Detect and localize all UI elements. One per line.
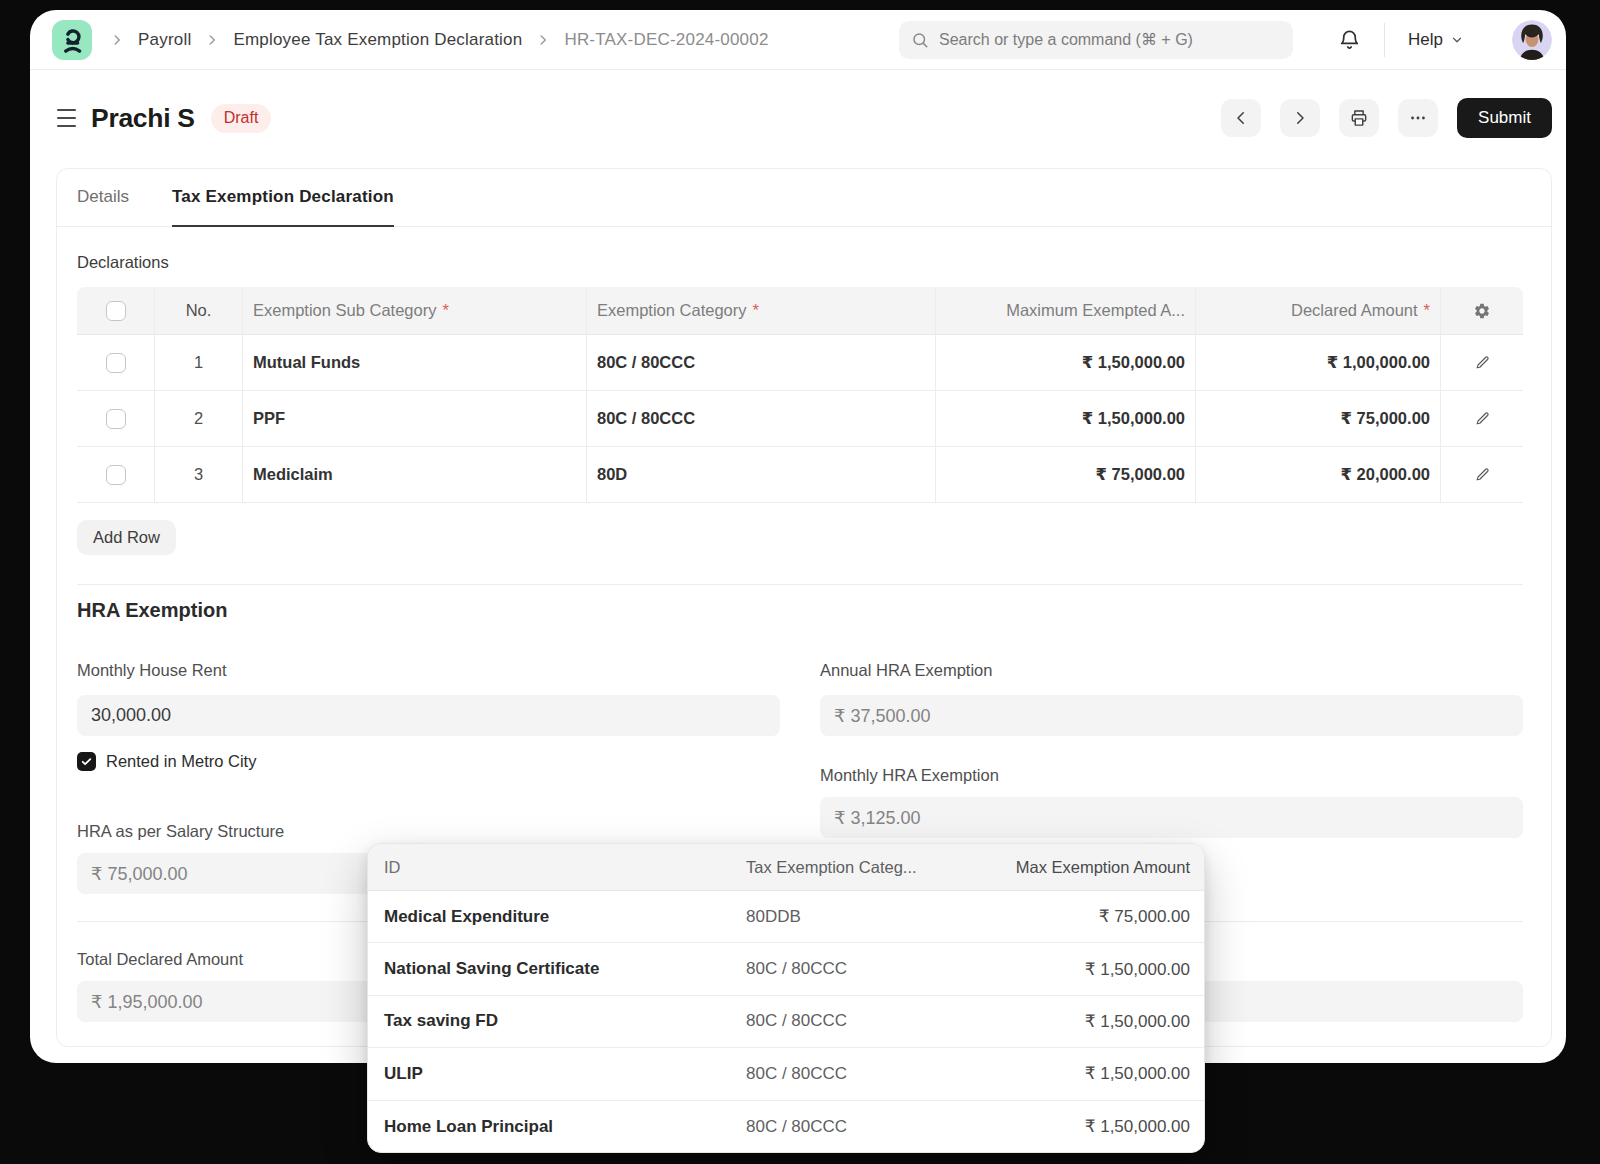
tab-tax-exemption-declaration[interactable]: Tax Exemption Declaration bbox=[172, 187, 394, 226]
tab-details[interactable]: Details bbox=[77, 187, 129, 226]
monthly-house-rent-label: Monthly House Rent bbox=[77, 660, 780, 680]
navbar: Payroll Employee Tax Exemption Declarati… bbox=[30, 10, 1566, 70]
declarations-table: No. Exemption Sub Category* Exemption Ca… bbox=[77, 287, 1523, 503]
dropdown-option[interactable]: ULIP 80C / 80CCC ₹ 1,50,000.00 bbox=[368, 1048, 1204, 1100]
submit-button[interactable]: Submit bbox=[1457, 98, 1552, 138]
select-all-checkbox[interactable] bbox=[106, 301, 126, 321]
monthly-hra-exemption-label: Monthly HRA Exemption bbox=[820, 765, 1523, 785]
monthly-house-rent-input[interactable]: 30,000.00 bbox=[77, 695, 780, 736]
page-head: Prachi S Draft Submit bbox=[30, 90, 1566, 146]
row-checkbox[interactable] bbox=[106, 465, 126, 485]
edit-row-button[interactable] bbox=[1440, 391, 1523, 446]
dropdown-header-row: ID Tax Exemption Categ... Max Exemption … bbox=[368, 844, 1204, 891]
chevron-right-icon bbox=[536, 33, 550, 47]
annual-hra-exemption-label: Annual HRA Exemption bbox=[820, 660, 1523, 680]
pencil-icon bbox=[1474, 354, 1491, 371]
print-button[interactable] bbox=[1339, 99, 1379, 137]
col-declared-amount: Declared Amount* bbox=[1195, 287, 1440, 334]
table-row[interactable]: 3 Mediclaim 80D ₹ 75,000.00 ₹ 20,000.00 bbox=[77, 447, 1523, 503]
dropdown-option[interactable]: Tax saving FD 80C / 80CCC ₹ 1,50,000.00 bbox=[368, 996, 1204, 1048]
chevron-right-icon bbox=[205, 33, 219, 47]
col-sub-category: Exemption Sub Category* bbox=[242, 287, 586, 334]
breadcrumb-payroll[interactable]: Payroll bbox=[138, 30, 191, 50]
table-row[interactable]: 1 Mutual Funds 80C / 80CCC ₹ 1,50,000.00… bbox=[77, 335, 1523, 391]
add-row-button[interactable]: Add Row bbox=[77, 520, 176, 555]
edit-row-button[interactable] bbox=[1440, 447, 1523, 502]
breadcrumb-docname[interactable]: HR-TAX-DEC-2024-00002 bbox=[564, 30, 768, 50]
checkbox-checked-icon[interactable] bbox=[77, 752, 96, 771]
table-settings-button[interactable] bbox=[1440, 287, 1523, 334]
dropdown-option[interactable]: Medical Expenditure 80DDB ₹ 75,000.00 bbox=[368, 891, 1204, 943]
form-tabs: Details Tax Exemption Declaration bbox=[57, 169, 1551, 227]
search-input[interactable]: Search or type a command (⌘ + G) bbox=[899, 21, 1293, 59]
col-max-exemption-amount: Max Exemption Amount bbox=[968, 858, 1204, 877]
avatar[interactable] bbox=[1512, 20, 1552, 60]
more-actions-button[interactable] bbox=[1398, 99, 1438, 137]
tax-category-dropdown: ID Tax Exemption Categ... Max Exemption … bbox=[367, 843, 1205, 1153]
next-document-button[interactable] bbox=[1280, 99, 1320, 137]
col-max-exempted: Maximum Exempted A... bbox=[935, 287, 1195, 334]
table-header-row: No. Exemption Sub Category* Exemption Ca… bbox=[77, 287, 1523, 335]
dropdown-option[interactable]: National Saving Certificate 80C / 80CCC … bbox=[368, 943, 1204, 995]
section-divider bbox=[77, 584, 1523, 585]
declarations-section-label: Declarations bbox=[77, 253, 1523, 272]
help-label: Help bbox=[1408, 30, 1443, 50]
menu-icon[interactable] bbox=[57, 109, 76, 126]
navbar-divider bbox=[1384, 23, 1385, 57]
row-checkbox[interactable] bbox=[106, 409, 126, 429]
breadcrumb-doctype[interactable]: Employee Tax Exemption Declaration bbox=[233, 30, 522, 50]
prev-document-button[interactable] bbox=[1221, 99, 1261, 137]
rented-in-metro-city-label: Rented in Metro City bbox=[106, 752, 256, 771]
dropdown-option[interactable]: Home Loan Principal 80C / 80CCC ₹ 1,50,0… bbox=[368, 1101, 1204, 1153]
pencil-icon bbox=[1474, 466, 1491, 483]
monthly-hra-exemption-input[interactable]: ₹ 3,125.00 bbox=[820, 797, 1523, 838]
hra-salary-structure-label: HRA as per Salary Structure bbox=[77, 821, 780, 841]
search-placeholder: Search or type a command (⌘ + G) bbox=[939, 30, 1193, 49]
edit-row-button[interactable] bbox=[1440, 335, 1523, 390]
chevron-right-icon bbox=[110, 33, 124, 47]
rented-in-metro-city-checkbox[interactable]: Rented in Metro City bbox=[77, 752, 780, 771]
status-badge: Draft bbox=[211, 104, 272, 133]
annual-hra-exemption-input[interactable]: ₹ 37,500.00 bbox=[820, 695, 1523, 736]
hra-section-heading: HRA Exemption bbox=[77, 597, 1523, 623]
app-logo-icon[interactable] bbox=[52, 20, 92, 60]
pencil-icon bbox=[1474, 410, 1491, 427]
col-no: No. bbox=[154, 287, 242, 334]
row-checkbox[interactable] bbox=[106, 353, 126, 373]
page-title: Prachi S bbox=[91, 103, 195, 134]
bell-icon[interactable] bbox=[1338, 28, 1361, 51]
chevron-down-icon bbox=[1450, 33, 1464, 47]
col-tax-exemption-category: Tax Exemption Categ... bbox=[746, 858, 968, 877]
col-id: ID bbox=[368, 858, 746, 877]
table-row[interactable]: 2 PPF 80C / 80CCC ₹ 1,50,000.00 ₹ 75,000… bbox=[77, 391, 1523, 447]
help-menu[interactable]: Help bbox=[1408, 30, 1464, 50]
col-category: Exemption Category* bbox=[586, 287, 935, 334]
gear-icon bbox=[1473, 302, 1491, 320]
